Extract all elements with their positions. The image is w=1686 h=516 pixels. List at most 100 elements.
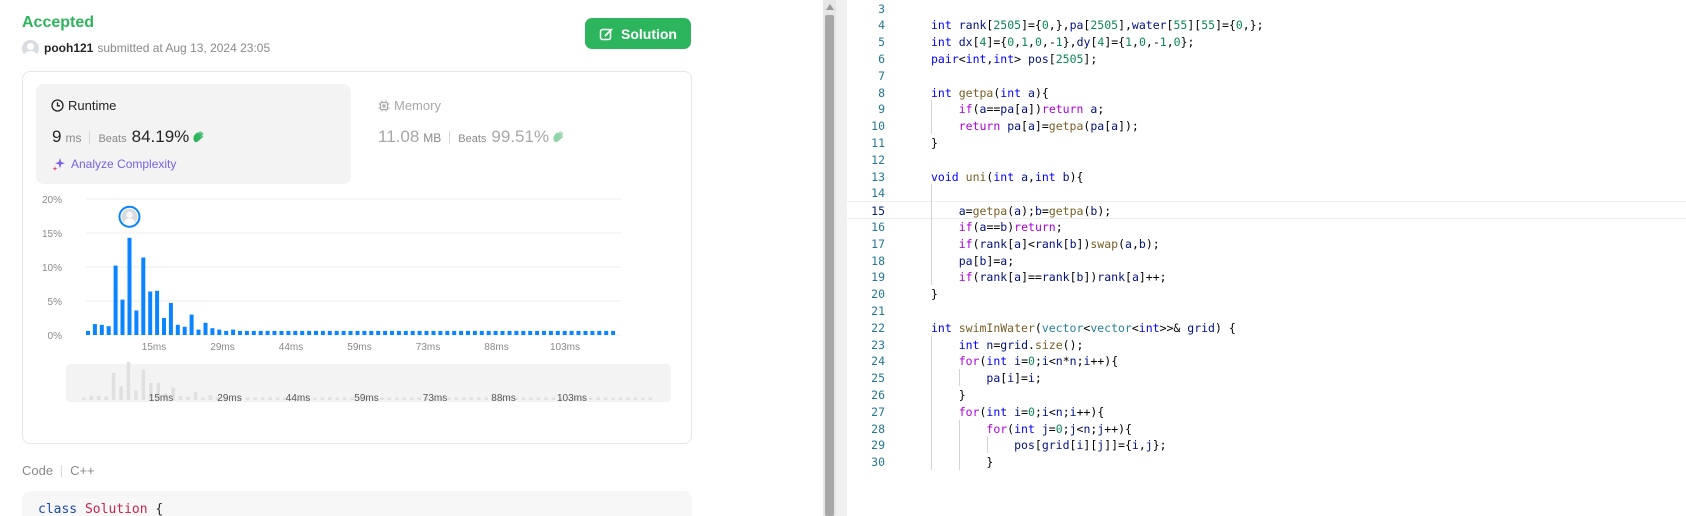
histogram-bar[interactable] <box>597 330 602 335</box>
editor-line[interactable]: 27 for(int i=0;i<n;i++){ <box>847 403 1686 421</box>
histogram-bar[interactable] <box>141 257 146 336</box>
editor-line[interactable]: 10 return pa[a]=getpa(pa[a]); <box>847 117 1686 135</box>
histogram-bar[interactable] <box>279 330 284 335</box>
editor-line[interactable]: 22 int swimInWater(vector<vector<int>>& g… <box>847 319 1686 337</box>
code-editor[interactable]: 3 4 int rank[2505]={0,},pa[2505],water[55]… <box>847 0 1686 516</box>
histogram-bar[interactable] <box>521 330 526 335</box>
scroll-up-arrow-icon[interactable] <box>826 4 834 10</box>
histogram-bar[interactable] <box>459 330 464 335</box>
histogram-bar[interactable] <box>493 330 498 335</box>
editor-line[interactable]: 21 <box>847 302 1686 320</box>
histogram-bar[interactable] <box>590 330 595 335</box>
histogram-bar[interactable] <box>355 330 360 335</box>
editor-line[interactable]: 7 <box>847 67 1686 85</box>
histogram-bar[interactable] <box>514 330 519 335</box>
histogram-bar[interactable] <box>272 330 277 335</box>
histogram-bar[interactable] <box>217 329 222 335</box>
editor-line[interactable]: 6 pair<int,int> pos[2505]; <box>847 50 1686 68</box>
editor-line[interactable]: 18 pa[b]=a; <box>847 252 1686 270</box>
editor-line[interactable]: 30 } <box>847 453 1686 471</box>
histogram-bar[interactable] <box>466 330 470 335</box>
histogram-bar[interactable] <box>486 330 491 335</box>
editor-line[interactable]: 13 void uni(int a,int b){ <box>847 168 1686 186</box>
histogram-bar[interactable] <box>562 330 567 335</box>
histogram-bar[interactable] <box>327 330 332 335</box>
histogram-bar[interactable] <box>113 265 118 335</box>
histogram-bar[interactable] <box>535 330 540 335</box>
histogram-bar[interactable] <box>431 330 436 335</box>
editor-line[interactable]: 19 if(rank[a]==rank[b])rank[a]++; <box>847 268 1686 286</box>
editor-line[interactable]: 15 a=getpa(a);b=getpa(b); <box>847 201 1686 220</box>
histogram-bar[interactable] <box>383 330 388 335</box>
histogram-bar[interactable] <box>168 303 173 335</box>
scrollbar-thumb[interactable] <box>825 15 834 516</box>
editor-line[interactable]: 12 <box>847 151 1686 169</box>
histogram-bar[interactable] <box>155 290 160 335</box>
histogram-bar[interactable] <box>134 310 139 336</box>
histogram-bar[interactable] <box>265 330 270 335</box>
histogram-bar[interactable] <box>583 330 588 335</box>
editor-line[interactable]: 24 for(int i=0;i<n*n;i++){ <box>847 352 1686 370</box>
histogram-bar[interactable] <box>224 330 229 335</box>
histogram-bar[interactable] <box>99 324 104 335</box>
histogram-bar[interactable] <box>334 330 339 335</box>
histogram-bar[interactable] <box>231 329 236 335</box>
histogram-bar[interactable] <box>507 330 512 335</box>
histogram-bar[interactable] <box>320 330 325 335</box>
editor-line[interactable]: 8 int getpa(int a){ <box>847 84 1686 102</box>
histogram-bar[interactable] <box>445 330 450 335</box>
editor-line[interactable]: 29 pos[grid[i][j]]={i,j}; <box>847 436 1686 454</box>
histogram-bar[interactable] <box>175 324 180 335</box>
editor-line[interactable]: 11} <box>847 134 1686 152</box>
histogram-bar[interactable] <box>424 330 429 335</box>
histogram-bar[interactable] <box>293 330 298 335</box>
editor-line[interactable]: 9 if(a==pa[a])return a; <box>847 100 1686 118</box>
analyze-complexity-link[interactable]: Analyze Complexity <box>52 157 176 171</box>
solution-button[interactable]: Solution <box>585 18 691 49</box>
histogram-bar[interactable] <box>196 329 201 335</box>
username-link[interactable]: pooh121 <box>44 41 93 55</box>
editor-line[interactable]: 25 pa[i]=i; <box>847 369 1686 387</box>
histogram-bar[interactable] <box>396 330 401 335</box>
editor-line[interactable]: 5 int dx[4]={0,1,0,-1},dy[4]={1,0,-1,0}; <box>847 33 1686 51</box>
histogram-bar[interactable] <box>548 330 553 335</box>
histogram-bar[interactable] <box>92 324 97 335</box>
histogram-bar[interactable] <box>479 330 484 335</box>
histogram-bar[interactable] <box>362 330 367 335</box>
histogram-bar[interactable] <box>148 291 153 336</box>
editor-line[interactable]: 20} <box>847 285 1686 303</box>
histogram-bar[interactable] <box>452 330 457 335</box>
histogram-bar[interactable] <box>569 330 574 335</box>
editor-line[interactable]: 3 <box>847 0 1686 18</box>
histogram-bar[interactable] <box>244 330 249 335</box>
histogram-bar[interactable] <box>238 330 242 335</box>
histogram-bar[interactable] <box>162 318 166 335</box>
histogram-bar[interactable] <box>258 330 263 335</box>
histogram-bar[interactable] <box>348 330 353 335</box>
histogram-bar[interactable] <box>369 330 374 335</box>
histogram-bar[interactable] <box>182 326 187 335</box>
histogram-bar[interactable] <box>611 330 616 335</box>
memory-tab[interactable]: Memory <box>378 98 441 113</box>
editor-line[interactable]: 4 int rank[2505]={0,},pa[2505],water[55][… <box>847 16 1686 34</box>
histogram-bar[interactable] <box>555 330 560 335</box>
histogram-bar[interactable] <box>120 299 125 335</box>
editor-line[interactable]: 23 int n=grid.size(); <box>847 336 1686 354</box>
histogram-bar[interactable] <box>203 322 208 335</box>
histogram-bar[interactable] <box>410 330 415 335</box>
histogram-bar[interactable] <box>106 326 111 335</box>
histogram-bar[interactable] <box>438 330 443 335</box>
avatar[interactable] <box>22 39 39 57</box>
histogram-bar[interactable] <box>604 330 609 335</box>
histogram-bar[interactable] <box>127 237 132 335</box>
editor-line[interactable]: 14 <box>847 184 1686 202</box>
histogram-bar[interactable] <box>314 330 318 335</box>
editor-line[interactable]: 17 if(rank[a]<rank[b])swap(a,b); <box>847 235 1686 253</box>
editor-line[interactable]: 26 } <box>847 386 1686 404</box>
editor-line[interactable]: 28 for(int j=0;j<n;j++){ <box>847 420 1686 438</box>
histogram-bar[interactable] <box>528 330 533 335</box>
histogram-bar[interactable] <box>210 328 215 335</box>
histogram-bar[interactable] <box>341 330 346 335</box>
histogram-bar[interactable] <box>307 330 312 335</box>
histogram-bar[interactable] <box>403 330 408 335</box>
